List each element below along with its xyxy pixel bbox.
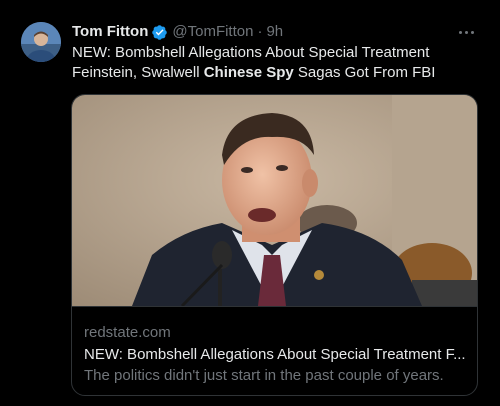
card-description: The politics didn't just start in the pa… xyxy=(84,367,444,384)
card-photo xyxy=(72,95,477,306)
tweet-text-line-1: NEW: Bombshell Allegations About Special… xyxy=(72,44,430,61)
separator-dot: · xyxy=(257,23,263,40)
tweet-text: NEW: Bombshell Allegations About Special… xyxy=(72,43,482,83)
link-card[interactable]: redstate.com NEW: Bombshell Allegations … xyxy=(71,94,478,396)
tweet[interactable]: Tom Fitton @TomFitton · 9h NEW: Bombshel… xyxy=(0,0,500,406)
card-title: NEW: Bombshell Allegations About Special… xyxy=(84,346,466,363)
tweet-text-line-2: Feinstein, Swalwell Chinese Spy Sagas Go… xyxy=(72,63,482,83)
card-image[interactable] xyxy=(72,95,477,307)
card-domain: redstate.com xyxy=(84,324,171,341)
tweet-header: Tom Fitton @TomFitton · 9h xyxy=(72,22,283,42)
avatar[interactable] xyxy=(21,22,61,62)
tweet-text-segment-end: Sagas Got From FBI xyxy=(293,64,436,81)
tweet-text-bold-segment: Chinese Spy xyxy=(203,64,294,81)
avatar-image xyxy=(21,22,61,62)
more-options-icon[interactable] xyxy=(456,25,476,39)
author-name[interactable]: Tom Fitton xyxy=(72,22,148,42)
verified-badge-icon[interactable] xyxy=(151,24,168,41)
author-handle[interactable]: @TomFitton xyxy=(172,22,253,42)
tweet-timestamp[interactable]: 9h xyxy=(266,22,283,42)
tweet-text-segment: Feinstein, Swalwell xyxy=(72,64,204,81)
